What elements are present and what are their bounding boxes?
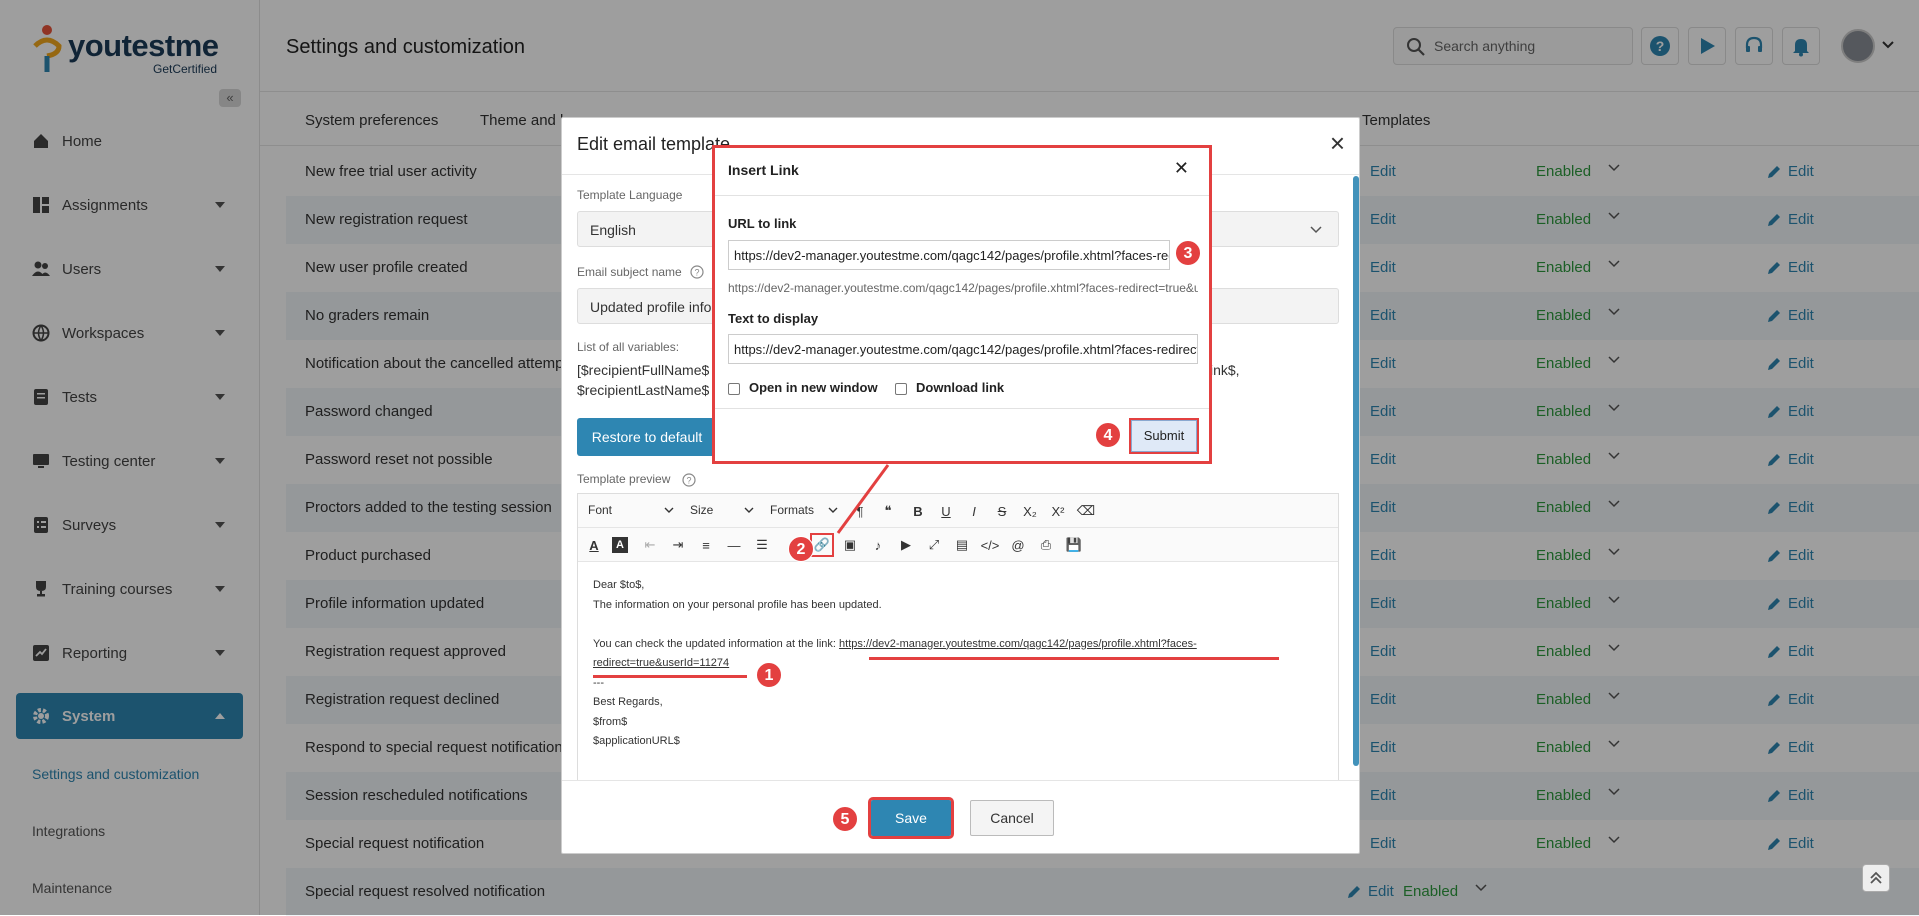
step-marker-2: 2 xyxy=(788,536,814,562)
text-to-display-input[interactable]: https://dev2-manager.youtestme.com/qagc1… xyxy=(728,334,1198,364)
scroll-to-top-button[interactable] xyxy=(1862,864,1890,892)
divider xyxy=(715,195,1209,196)
step-marker-5: 5 xyxy=(832,806,858,832)
double-chevron-up-icon xyxy=(1870,871,1882,884)
url-input[interactable]: https://dev2-manager.youtestme.com/qagc1… xyxy=(728,240,1170,270)
open-new-window-label: Open in new window xyxy=(749,380,878,395)
divider xyxy=(715,408,1209,409)
url-label: URL to link xyxy=(728,216,797,231)
text-to-display-label: Text to display xyxy=(728,311,819,326)
close-icon[interactable]: ✕ xyxy=(1174,158,1189,179)
url-hint: https://dev2-manager.youtestme.com/qagc1… xyxy=(728,281,1198,295)
step-marker-4: 4 xyxy=(1095,422,1121,448)
submit-button[interactable]: Submit xyxy=(1129,418,1199,454)
dialog-title: Insert Link xyxy=(728,162,799,178)
step-marker-1: 1 xyxy=(756,662,782,688)
insert-link-dialog: Insert Link ✕ URL to link https://dev2-m… xyxy=(712,145,1212,464)
open-new-window-checkbox[interactable] xyxy=(728,383,740,395)
step-marker-3: 3 xyxy=(1175,240,1201,266)
download-link-label: Download link xyxy=(916,380,1005,395)
download-link-checkbox[interactable] xyxy=(895,383,907,395)
